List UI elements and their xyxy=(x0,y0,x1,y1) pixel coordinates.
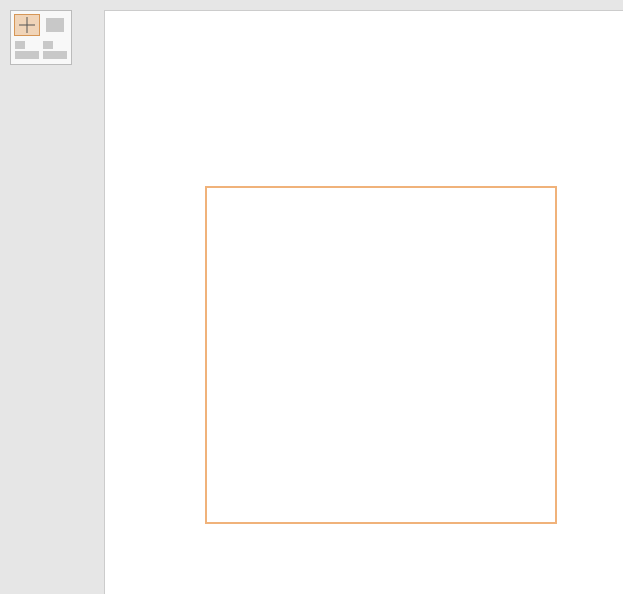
crosshair-icon xyxy=(19,17,35,33)
layout-tool-2-button[interactable] xyxy=(42,39,68,61)
layout-icon-2 xyxy=(43,41,67,59)
toolbar-row-1 xyxy=(14,14,68,36)
toolbar-panel xyxy=(10,10,72,65)
toolbar-row-2 xyxy=(14,39,68,61)
rectangle-icon xyxy=(46,18,64,32)
canvas-area[interactable] xyxy=(104,10,623,594)
crosshair-tool-button[interactable] xyxy=(14,14,40,36)
rectangle-tool-button[interactable] xyxy=(42,14,68,36)
layout-tool-1-button[interactable] xyxy=(14,39,40,61)
drawn-rectangle-shape[interactable] xyxy=(205,186,557,524)
layout-icon-1 xyxy=(15,41,39,59)
